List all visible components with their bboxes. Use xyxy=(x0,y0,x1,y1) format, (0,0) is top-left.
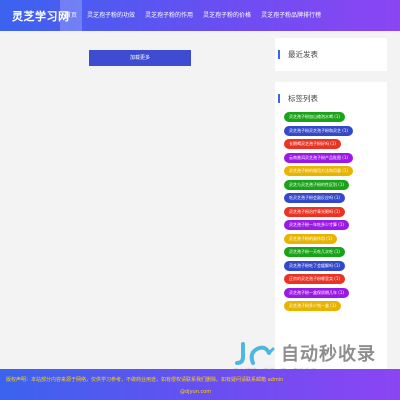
nav-item-home[interactable]: 首页 xyxy=(60,0,83,31)
header: 灵芝学习网 首页 灵芝孢子粉的功效 灵芝孢子粉的作用 灵芝孢子粉的价格 灵芝孢子… xyxy=(0,0,400,31)
tag-item[interactable]: 正宗的灵芝孢子粉哪里卖 (1) xyxy=(284,274,345,284)
footer-copyright: 版权声明：本站部分内容来源于网络，仅供学习参考，不做商业用途，如有侵权请联系我们… xyxy=(6,377,284,383)
tag-item[interactable]: 灵芝孢子粉的副作用 (1) xyxy=(284,233,337,244)
recent-posts-title: 最近发表 xyxy=(278,50,387,59)
tag-item[interactable]: 灵芝孢子粉一盒保质期几年 (1) xyxy=(284,287,349,298)
tag-item[interactable]: 灵芝孢子粉灵芝孢子粉和灵芝 (1) xyxy=(284,125,353,136)
tags-title: 标签列表 xyxy=(278,94,387,103)
load-more-button[interactable]: 加载更多 xyxy=(89,50,191,66)
nav-item-price[interactable]: 灵芝孢子粉的价格 xyxy=(198,0,256,31)
watermark-text: 自动秒收录 xyxy=(281,344,376,365)
tag-item[interactable]: 灵芝孢子粉加山楂泡水喝 (1) xyxy=(284,112,345,122)
tag-list: 灵芝孢子粉加山楂泡水喝 (1) 灵芝孢子粉灵芝孢子粉和灵芝 (1) 长期喝灵芝孢子粉… xyxy=(284,112,353,315)
footer-email[interactable]: @djyun.com xyxy=(180,389,211,395)
recent-posts-panel: 最近发表 xyxy=(275,38,387,71)
site-logo[interactable]: 灵芝学习网 xyxy=(12,8,69,24)
nav-item-uses[interactable]: 灵芝孢子粉的作用 xyxy=(140,0,198,31)
main-content: 加载更多 xyxy=(0,31,268,369)
tag-item[interactable]: 灵芝孢子粉的服用方法和用量 (1) xyxy=(284,166,353,176)
tags-panel: 标签列表 灵芝孢子粉加山楂泡水喝 (1) 灵芝孢子粉灵芝孢子粉和灵芝 (1) 长期喝… xyxy=(275,82,387,369)
tag-item[interactable]: 灵芝与灵芝孢子粉的性区别 (1) xyxy=(284,179,349,190)
tag-item[interactable]: 灵芝孢子粉吃了会缓解吗 (1) xyxy=(284,260,345,271)
nav-item-effects[interactable]: 灵芝孢子粉的功效 xyxy=(82,0,140,31)
tag-item[interactable]: 吃灵芝孢子粉会副反应吗 (1) xyxy=(284,193,345,203)
tag-item[interactable]: 灵芝孢子粉一天吃几次吃 (1) xyxy=(284,247,345,257)
watermark-logo-icon xyxy=(235,342,275,365)
tag-item[interactable]: 灵芝孢子粉治疗青光眼吗 (1) xyxy=(284,206,345,217)
tag-item[interactable]: 灵芝孢子粉一年吃多少才算 (1) xyxy=(284,220,349,230)
tag-item[interactable]: 灵芝孢子粉多少钱一盒 (1) xyxy=(284,301,341,311)
main-nav: 首页 灵芝孢子粉的功效 灵芝孢子粉的作用 灵芝孢子粉的价格 灵芝孢子粉品牌排行榜 xyxy=(60,0,326,31)
nav-item-ranking[interactable]: 灵芝孢子粉品牌排行榜 xyxy=(256,0,326,31)
footer: 版权声明：本站部分内容来源于网络，仅供学习参考，不做商业用途，如有侵权请联系我们… xyxy=(0,369,400,400)
tag-item[interactable]: 云南普洱灵芝孢子粉产品批图 (1) xyxy=(284,152,353,163)
tag-item[interactable]: 长期喝灵芝孢子粉好吗 (1) xyxy=(284,139,341,149)
